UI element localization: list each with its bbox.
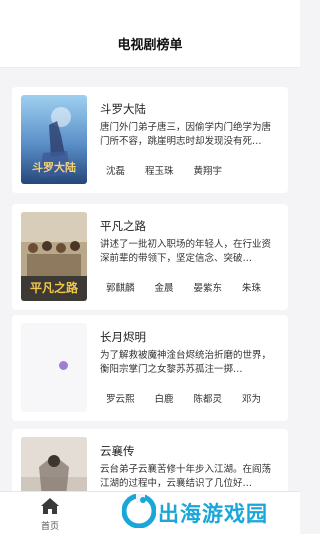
top-header: 电视剧榜单: [0, 0, 300, 68]
drama-list[interactable]: 斗罗大陆 斗罗大陆 唐门外门弟子唐三，因偷学内门绝学为唐门所不容，跳崖明志时却发…: [0, 67, 300, 491]
cast-chip[interactable]: 黄翔宇: [187, 161, 229, 183]
drama-title[interactable]: 平凡之路: [100, 218, 146, 234]
cast-chip[interactable]: 罗云熙: [100, 389, 141, 411]
home-icon: [41, 498, 59, 514]
cast-chip[interactable]: 陈都灵: [187, 389, 229, 411]
drama-poster[interactable]: 斗罗大陆: [21, 95, 87, 184]
drama-description: 唐门外门弟子唐三，因偷学内门绝学为唐门所不容，跳崖明志时却发现没有死…: [100, 122, 272, 147]
cast-chip[interactable]: 程玉珠: [139, 161, 180, 183]
drama-poster-placeholder[interactable]: [21, 323, 87, 412]
cast-list: 罗云熙 白鹿 陈都灵 邓为: [100, 387, 286, 411]
drama-card[interactable]: 斗罗大陆 斗罗大陆 唐门外门弟子唐三，因偷学内门绝学为唐门所不容，跳崖明志时却发…: [12, 87, 288, 193]
cast-chip[interactable]: 沈磊: [100, 161, 132, 183]
cast-chip[interactable]: 晏紫东: [187, 278, 229, 300]
cast-list: 沈磊 程玉珠 黄翔宇: [100, 159, 286, 183]
watermark-logo-icon: [122, 494, 156, 528]
tab-home-label: 首页: [40, 522, 59, 532]
cast-chip[interactable]: 邓为: [236, 389, 268, 411]
drama-title[interactable]: 长月烬明: [100, 329, 146, 345]
cast-chip[interactable]: 金晨: [148, 278, 180, 300]
page-title: 电视剧榜单: [117, 38, 183, 53]
cast-chip[interactable]: 朱珠: [236, 278, 268, 300]
drama-title[interactable]: 斗罗大陆: [100, 101, 146, 117]
cast-chip[interactable]: 郭麒麟: [100, 278, 141, 300]
poster-caption: 平凡之路: [30, 280, 79, 295]
tab-home[interactable]: 首页: [26, 492, 74, 534]
watermark-logo: 出海游戏园: [120, 494, 296, 528]
drama-card[interactable]: 平凡之路 平凡之路 讲述了一批初入职场的年轻人，在行业资深前辈的带领下，坚定信念…: [12, 204, 288, 310]
cast-list: 郭麒麟 金晨 晏紫东 朱珠: [100, 276, 286, 300]
drama-card[interactable]: 云襄传 云台弟子云襄苦修十年步入江湖。在阎荡江湖的过程中，云襄结识了几位好…: [12, 429, 288, 491]
drama-poster[interactable]: 平凡之路: [21, 212, 87, 301]
drama-description: 云台弟子云襄苦修十年步入江湖。在阎荡江湖的过程中，云襄结识了几位好…: [100, 464, 272, 489]
poster-caption: 斗罗大陆: [32, 160, 76, 174]
cast-chip[interactable]: 白鹿: [148, 389, 180, 411]
drama-description: 为了解救被魔神淦台烬统治折磨的世界，衡阳宗掌门之女黎苏苏孤注一掷…: [100, 350, 272, 375]
loading-dot-icon: [59, 361, 68, 370]
drama-description: 讲述了一批初入职场的年轻人，在行业资深前辈的带领下，坚定信念、突破…: [100, 239, 272, 264]
drama-title[interactable]: 云襄传: [100, 443, 135, 459]
drama-card[interactable]: 长月烬明 为了解救被魔神淦台烬统治折磨的世界，衡阳宗掌门之女黎苏苏孤注一掷… 罗…: [12, 315, 288, 421]
watermark-text: 出海游戏园: [158, 502, 268, 526]
drama-poster[interactable]: [21, 437, 87, 491]
